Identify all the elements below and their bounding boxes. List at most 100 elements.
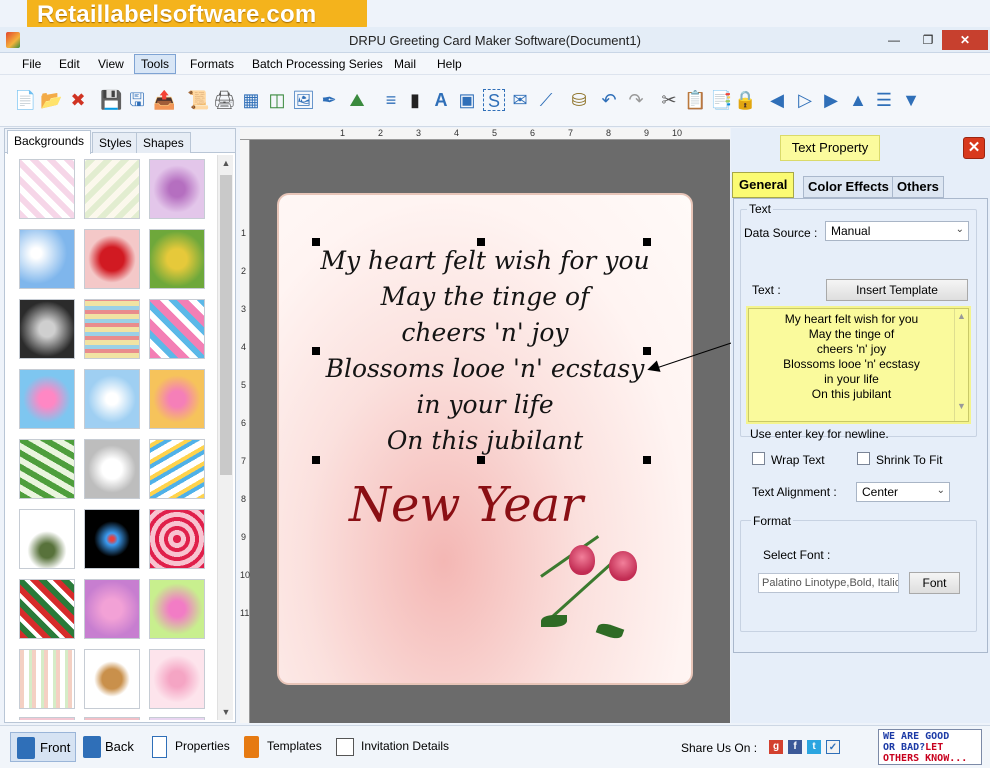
text-icon[interactable]: A [430,89,452,111]
background-thumb[interactable] [19,717,75,720]
tab-shapes[interactable]: Shapes [136,132,191,153]
like-icon[interactable]: ✓ [826,740,840,754]
flip-icon[interactable]: ▷ [794,89,816,111]
background-thumb[interactable] [84,369,140,429]
menu-mail[interactable]: Mail [389,56,421,72]
selection-handle[interactable] [312,456,320,464]
arrow-up-icon[interactable]: ▲ [847,89,869,111]
background-thumb[interactable] [149,717,205,720]
background-thumb[interactable] [84,159,140,219]
tab-color-effects[interactable]: Color Effects [803,176,894,198]
background-thumb[interactable] [84,229,140,289]
background-thumb[interactable] [19,509,75,569]
open-icon[interactable]: 📂 [40,89,62,111]
selection-handle[interactable] [643,238,651,246]
tab-others[interactable]: Others [892,176,944,198]
tab-backgrounds[interactable]: Backgrounds [7,130,92,154]
background-thumb[interactable] [149,509,205,569]
redo-icon[interactable]: ↷ [625,89,647,111]
background-thumb[interactable] [149,229,205,289]
export-icon[interactable]: 📤 [153,89,175,111]
selection-handle[interactable] [643,347,651,355]
menu-file[interactable]: File [17,56,46,72]
background-thumb[interactable] [84,509,140,569]
background-thumb[interactable] [19,299,75,359]
background-thumb[interactable] [19,159,75,219]
save-as-icon[interactable]: 🖫 [126,89,148,111]
barcode-icon[interactable]: ▮ [404,89,426,111]
watermark-icon[interactable]: ≡ [380,89,402,111]
scroll-thumb[interactable] [220,175,232,475]
align-icon[interactable]: ☰ [873,89,895,111]
text-box-icon[interactable]: ▣ [456,89,478,111]
background-thumb[interactable] [149,649,205,709]
data-source-select[interactable]: Manual ⌄ [825,221,969,241]
menu-tools[interactable]: Tools [134,54,177,74]
twitter-icon[interactable]: t [807,740,821,754]
greeting-card[interactable]: My heart felt wish for you May the tinge… [277,193,693,685]
card-headline[interactable]: New Year [349,477,583,533]
background-thumb[interactable] [19,229,75,289]
copy-icon[interactable]: 📋 [684,89,706,111]
email-icon[interactable]: ✉ [509,89,531,111]
google-plus-icon[interactable]: g [769,740,783,754]
cut-icon[interactable]: ✂ [658,89,680,111]
print-icon[interactable]: 🖨 [213,89,236,111]
undo-icon[interactable]: ↶ [598,89,620,111]
arrow-left-icon[interactable]: ◀ [766,89,788,111]
menu-batch-processing[interactable]: Batch Processing Series [247,56,388,72]
tab-styles[interactable]: Styles [92,132,139,153]
close-doc-icon[interactable]: ✖ [67,89,89,111]
properties-button[interactable]: Properties [152,732,234,762]
pen-icon[interactable]: ✒ [318,89,340,111]
background-thumb[interactable] [84,439,140,499]
wrap-text-checkbox[interactable] [752,452,765,465]
arrow-down-icon[interactable]: ▼ [900,89,922,111]
background-thumb[interactable] [149,369,205,429]
menu-help[interactable]: Help [432,56,467,72]
font-field[interactable]: Palatino Linotype,Bold, Italic [758,573,899,593]
background-thumb[interactable] [149,159,205,219]
background-thumb[interactable] [84,649,140,709]
line-icon[interactable]: ⟋ [535,89,557,111]
background-thumb[interactable] [84,579,140,639]
close-panel-icon[interactable]: ✕ [963,137,985,159]
background-thumb[interactable] [19,579,75,639]
menu-edit[interactable]: Edit [54,56,85,72]
crop-icon[interactable]: ◫ [266,89,288,111]
design-canvas[interactable]: 1 2 3 4 5 6 7 8 9 10 1 2 3 4 5 6 7 8 9 1… [240,128,730,723]
arrow-right-icon[interactable]: ▶ [820,89,842,111]
selection-handle[interactable] [643,456,651,464]
thumbnail-scrollbar[interactable]: ▲ ▼ [217,155,233,720]
background-thumb[interactable] [149,579,205,639]
text-input[interactable]: My heart felt wish for you May the tinge… [748,308,969,422]
properties-icon[interactable]: 📜 [187,89,209,111]
selection-handle[interactable] [312,347,320,355]
new-icon[interactable]: 📄 [14,89,36,111]
menu-view[interactable]: View [93,56,129,72]
background-thumb[interactable] [19,369,75,429]
text-input-scrollbar[interactable]: ▲ ▼ [954,309,968,421]
background-thumb[interactable] [149,299,205,359]
invitation-details-button[interactable]: Invitation Details [336,732,456,762]
signature-icon[interactable]: S [483,89,505,111]
scroll-down-icon[interactable]: ▼ [218,704,234,720]
close-window-button[interactable]: ✕ [942,30,988,50]
font-button[interactable]: Font [909,572,960,594]
feedback-banner[interactable]: WE ARE GOOD OR BAD?LET OTHERS KNOW... [878,729,982,765]
lock-icon[interactable]: 🔒 [734,89,756,111]
shrink-to-fit-checkbox[interactable] [857,452,870,465]
layers-icon[interactable]: ▦ [240,89,262,111]
selection-handle[interactable] [477,456,485,464]
insert-template-button[interactable]: Insert Template [826,279,968,301]
back-button[interactable]: Back [80,732,144,762]
facebook-icon[interactable]: f [788,740,802,754]
database-icon[interactable]: ⛁ [568,89,590,111]
selection-handle[interactable] [312,238,320,246]
background-thumb[interactable] [84,299,140,359]
paste-icon[interactable]: 📑 [710,89,732,111]
image-icon[interactable]: 🖼 [292,89,315,111]
text-alignment-select[interactable]: Center ⌄ [856,482,950,502]
save-icon[interactable]: 💾 [100,89,122,111]
picture-dropdown-icon[interactable]: ⛰ [346,89,368,111]
